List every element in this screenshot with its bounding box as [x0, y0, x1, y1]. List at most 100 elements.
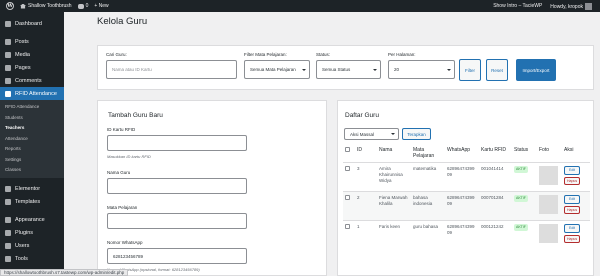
add-teacher-card: Tambah Guru Baru ID Kartu RFID Masukkan …	[97, 100, 327, 276]
col-whatsapp: WhatsApp	[447, 147, 471, 153]
status-filter-label: Status:	[316, 52, 331, 57]
sidebar-item-users[interactable]: Users	[0, 240, 64, 253]
sidebar-item-label: Plugins	[15, 230, 34, 236]
brush-icon	[5, 217, 11, 223]
wrench-icon	[5, 256, 11, 262]
teacher-list-title: Daftar Guru	[345, 112, 379, 119]
sidebar-item-label: Tools	[15, 256, 28, 262]
card-id-help: Masukkan ID kartu RFID	[107, 154, 151, 159]
templates-icon	[5, 199, 11, 205]
sidebar-item-posts[interactable]: Posts	[0, 35, 64, 48]
card-id-label: ID Kartu RFID	[107, 127, 136, 132]
sidebar-item-label: Users	[15, 243, 30, 249]
teacher-photo	[539, 195, 558, 214]
wp-logo[interactable]: W	[6, 0, 14, 12]
subject-label: Mata Pelajaran	[107, 205, 138, 210]
admin-bar: W Shallow Toothbrush 0 + New Show Intro …	[0, 0, 600, 12]
account-menu[interactable]: Howdy, kropok	[550, 2, 592, 10]
table-row: 1 Faris keen guru bahasa 6289647439909 00012…	[343, 220, 590, 250]
row-checkbox[interactable]	[345, 224, 350, 229]
show-intro-link[interactable]: Show Intro – TacieWP	[493, 3, 542, 10]
row-checkbox[interactable]	[345, 166, 350, 171]
users-icon	[5, 243, 11, 249]
site-name-link[interactable]: Shallow Toothbrush	[20, 0, 72, 12]
sidebar-item-label: RFID Attendance	[15, 90, 57, 97]
cell-name: Amira Khairunnisa Widya	[379, 166, 403, 184]
sidebar-item-label: Comments	[15, 77, 42, 84]
main-content: Kelola Guru Cari Guru: Nama atau ID Kart…	[64, 12, 600, 276]
teacher-name-input[interactable]	[107, 178, 247, 194]
rfid-submenu: RFID Attendance Students Teachers Attendanc…	[0, 100, 64, 178]
card-id-input[interactable]	[107, 135, 247, 151]
submenu-item-reports[interactable]: Reports	[0, 144, 64, 155]
cell-name: Faris keen	[379, 224, 401, 229]
new-content-link[interactable]: + New	[94, 0, 108, 12]
submenu-item-rfid-attendance[interactable]: RFID Attendance	[0, 102, 64, 113]
search-label: Cari Guru:	[106, 52, 127, 57]
search-input[interactable]: Nama atau ID Kartu	[106, 60, 237, 79]
apply-bulk-button[interactable]: Terapkan	[402, 128, 431, 140]
add-teacher-title: Tambah Guru Baru	[108, 112, 163, 119]
sidebar-item-appearance[interactable]: Appearance	[0, 214, 64, 227]
elementor-icon	[5, 186, 11, 192]
status-badge: AKTIF	[514, 195, 528, 202]
whatsapp-label: Nomor WhatsApp	[107, 240, 143, 245]
submenu-item-attendance[interactable]: Attendance	[0, 134, 64, 145]
chevron-down-icon	[391, 133, 395, 135]
chevron-down-icon	[447, 68, 451, 71]
wordpress-icon: W	[6, 2, 14, 10]
sidebar-item-label: Elementor	[15, 186, 41, 192]
sidebar-item-plugins[interactable]: Plugins	[0, 227, 64, 240]
table-header-row: ID Nama Mata Pelajaran WhatsApp Kartu RF…	[343, 144, 590, 163]
per-page-select[interactable]: 20	[388, 60, 455, 79]
avatar	[585, 2, 592, 10]
delete-button[interactable]: Hapus	[564, 176, 580, 186]
delete-button[interactable]: Hapus	[564, 205, 580, 215]
edit-button[interactable]: Edit	[564, 166, 580, 175]
col-name: Nama	[379, 147, 393, 153]
subject-input[interactable]	[107, 213, 247, 229]
reset-button[interactable]: Reset	[486, 59, 508, 81]
cell-rfid: 000121242	[481, 224, 504, 229]
cell-name: Fiena Marwah Khalila	[379, 195, 408, 207]
status-filter-select[interactable]: Semua Status	[316, 60, 381, 79]
edit-button[interactable]: Edit	[564, 195, 580, 204]
edit-button[interactable]: Edit	[564, 224, 580, 233]
filter-button[interactable]: Filter	[459, 59, 481, 81]
teacher-table: ID Nama Mata Pelajaran WhatsApp Kartu RF…	[343, 144, 590, 250]
gauge-icon	[5, 20, 11, 27]
import-export-button[interactable]: Import/Export	[516, 59, 556, 81]
submenu-item-settings[interactable]: Settings	[0, 155, 64, 166]
sidebar-item-elementor[interactable]: Elementor	[0, 183, 64, 196]
sidebar-item-comments[interactable]: Comments	[0, 74, 64, 87]
row-checkbox[interactable]	[345, 195, 350, 200]
sidebar-item-pages[interactable]: Pages	[0, 61, 64, 74]
sidebar-item-media[interactable]: Media	[0, 48, 64, 61]
subject-filter-label: Filter Mata Pelajaran:	[244, 52, 287, 57]
bulk-action-select[interactable]: Aksi Massal	[344, 128, 399, 140]
comment-bubble-icon	[77, 3, 84, 9]
table-row: 2 Fiena Marwah Khalila bahasa indonesia 628…	[343, 191, 590, 221]
submenu-item-students[interactable]: Students	[0, 113, 64, 124]
sidebar-item-tools[interactable]: Tools	[0, 253, 64, 266]
select-all-checkbox[interactable]	[345, 147, 350, 152]
chevron-down-icon	[373, 68, 377, 71]
comments-link[interactable]: 0	[77, 0, 88, 12]
cell-rfid: 000701284	[481, 195, 504, 200]
submenu-item-teachers[interactable]: Teachers	[0, 123, 64, 134]
subject-filter-select[interactable]: Semua Mata Pelajaran	[244, 60, 310, 79]
pin-icon	[5, 38, 11, 45]
submenu-item-classes[interactable]: Classes	[0, 165, 64, 176]
cell-subject: bahasa indonesia	[413, 195, 433, 207]
comment-icon	[5, 77, 11, 84]
sidebar-item-label: Pages	[15, 64, 31, 71]
sidebar-item-templates[interactable]: Templates	[0, 196, 64, 209]
delete-button[interactable]: Hapus	[564, 234, 580, 244]
sidebar-item-label: Templates	[15, 199, 41, 205]
home-icon	[20, 3, 26, 9]
col-rfid: Kartu RFID	[481, 147, 507, 153]
per-page-label: Per Halaman:	[388, 52, 416, 57]
whatsapp-input[interactable]: 6281234567​89	[107, 248, 247, 264]
sidebar-item-dashboard[interactable]: Dashboard	[0, 17, 64, 30]
sidebar-item-rfid-attendance[interactable]: RFID Attendance	[0, 87, 64, 100]
